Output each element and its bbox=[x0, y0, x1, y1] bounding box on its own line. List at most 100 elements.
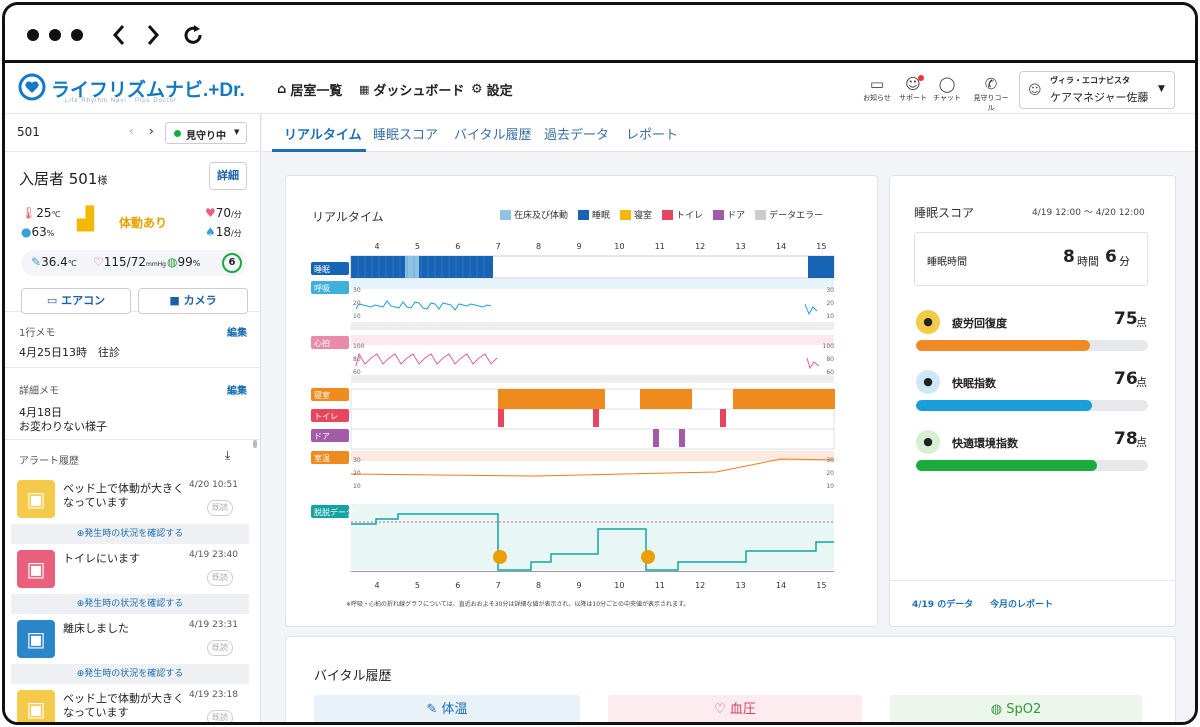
detach-marker bbox=[641, 550, 655, 564]
vital-chip-bp[interactable]: ♡ 血圧 bbox=[608, 695, 862, 722]
download-icon[interactable]: ⤓ bbox=[225, 448, 230, 463]
reload-icon[interactable] bbox=[181, 23, 205, 47]
resp-tick-right: 10 bbox=[826, 313, 834, 320]
day-data-link[interactable]: 4/19 のデータ bbox=[912, 597, 973, 610]
window-dot[interactable] bbox=[71, 29, 83, 41]
forward-icon[interactable] bbox=[145, 23, 161, 47]
bedroom-bar bbox=[733, 389, 835, 409]
window-dot[interactable] bbox=[27, 29, 39, 41]
realtime-card: リアルタイム 在床及び体動 睡眠 寝室 トイレ ドア データエラー 44556677889… bbox=[285, 175, 878, 627]
nav-room-list[interactable]: ⌂ 居室一覧 bbox=[277, 80, 342, 99]
vital-chip-temp[interactable]: ✎ 体温 bbox=[314, 695, 580, 722]
memo-detail: 詳細メモ 編集 4月18日 お変わりない様子 bbox=[5, 368, 261, 440]
hour-tick-top: 12 bbox=[695, 242, 705, 251]
toilet-bar bbox=[593, 409, 599, 427]
tab-vital-history[interactable]: バイタル履歴 bbox=[454, 124, 531, 143]
resp-tick-right: 20 bbox=[826, 300, 834, 307]
nav-dashboard[interactable]: ▦ ダッシュボード bbox=[359, 80, 464, 99]
nav-settings[interactable]: ⚙ 設定 bbox=[471, 80, 513, 99]
resp-header bbox=[351, 279, 834, 289]
sleep-duration-box: 睡眠時間 8 時間 6 分 bbox=[914, 232, 1148, 286]
event-row-bg bbox=[350, 408, 835, 430]
hour-tick-bottom: 8 bbox=[536, 581, 541, 590]
bedroom-bar bbox=[498, 389, 605, 409]
chat-button[interactable]: ◯ チャット bbox=[927, 75, 967, 103]
alert-item[interactable]: ▣ ベッド上で体動が大きくなっています 4/19 23:18 既読 ⊕発生時の状… bbox=[11, 684, 249, 722]
detail-button[interactable]: 詳細 bbox=[209, 162, 247, 190]
tab-report[interactable]: レポート bbox=[626, 124, 678, 143]
user-menu[interactable]: ☺ ヴィラ・エコナビスタ ケアマネジャー佐藤 ▼ bbox=[1019, 71, 1175, 109]
hour-tick-top: 9 bbox=[576, 242, 581, 251]
aircon-button[interactable]: ▭ エアコン bbox=[21, 288, 131, 314]
alert-item[interactable]: ▣ トイレにいます 4/19 23:40 既読 ⊕発生時の状況を確認する bbox=[11, 544, 249, 614]
spo2-icon: ◍ bbox=[167, 255, 178, 269]
confirm-situation-link[interactable]: ⊕発生時の状況を確認する bbox=[11, 594, 249, 614]
back-icon[interactable] bbox=[111, 23, 127, 47]
hour-tick-bottom: 7 bbox=[496, 581, 501, 590]
bed-icon: ▣ bbox=[17, 480, 55, 518]
call-button[interactable]: ✆ 見守りコール bbox=[971, 75, 1011, 113]
vital-chip-spo2[interactable]: ◍ SpO2 bbox=[890, 695, 1142, 722]
sleep-bar bbox=[808, 256, 834, 278]
vital-chip-temp-label: 体温 bbox=[441, 702, 468, 717]
divider bbox=[890, 580, 1177, 581]
read-badge[interactable]: 既読 bbox=[207, 710, 233, 722]
temp-header bbox=[351, 451, 834, 461]
confirm-situation-link[interactable]: ⊕発生時の状況を確認する bbox=[11, 524, 249, 544]
read-badge[interactable]: 既読 bbox=[207, 570, 233, 586]
sleep-score-range: 4/19 12:00 〜 4/20 12:00 bbox=[1032, 208, 1145, 218]
temp-tick: 20 bbox=[353, 470, 361, 477]
thermometer-icon: ✎ bbox=[31, 255, 42, 269]
alert-time: 4/19 23:40 bbox=[189, 550, 239, 560]
read-badge[interactable]: 既読 bbox=[207, 500, 233, 516]
hr-tick: 60 bbox=[353, 369, 361, 376]
next-room-icon[interactable]: › bbox=[149, 124, 154, 138]
monthly-report-link[interactable]: 今月のレポート bbox=[990, 597, 1053, 610]
temp-tick-right: 20 bbox=[826, 470, 834, 477]
row-label: 寝室 bbox=[314, 390, 330, 400]
score-bar bbox=[916, 400, 1148, 411]
vital-chip-spo2-label: SpO2 bbox=[1006, 702, 1042, 717]
resp-rate: ♠18/分 bbox=[205, 225, 242, 239]
event-row-bg bbox=[350, 428, 835, 450]
prev-room-icon[interactable]: ‹ bbox=[129, 124, 134, 138]
status-dropdown[interactable]: 見守り中 ▼ bbox=[165, 122, 247, 144]
temp-line bbox=[350, 458, 835, 477]
room-number: 501 bbox=[17, 125, 40, 139]
resident-suffix: 様 bbox=[97, 176, 108, 187]
status-label: 見守り中 bbox=[186, 131, 226, 142]
scrollbar[interactable] bbox=[253, 440, 257, 448]
body-temp: ✎36.4℃ bbox=[31, 255, 77, 269]
sleep-hours: 8 bbox=[1063, 247, 1075, 267]
memo-oneline-edit[interactable]: 編集 bbox=[227, 324, 247, 339]
memo-oneline-title: 1行メモ bbox=[19, 328, 56, 339]
memo-detail-edit[interactable]: 編集 bbox=[227, 382, 247, 397]
gear-icon: ⚙ bbox=[471, 82, 483, 97]
vitals-strip: ✎36.4℃ ♡115/72mmHg ◍99% 6 bbox=[21, 250, 247, 276]
room-humidity-value: 63 bbox=[31, 225, 47, 239]
hour-tick-top: 6 bbox=[455, 242, 460, 251]
bp-value: 115/72 bbox=[103, 255, 146, 269]
alert-item[interactable]: ▣ ベッド上で体動が大きくなっています 4/20 10:51 既読 ⊕発生時の状… bbox=[11, 474, 249, 544]
tab-sleep-score[interactable]: 睡眠スコア bbox=[373, 124, 438, 143]
window-dot[interactable] bbox=[49, 29, 61, 41]
tab-past-data[interactable]: 過去データ bbox=[544, 124, 609, 143]
score-unit: 点 bbox=[1136, 376, 1147, 389]
notice-button[interactable]: ▭ お知らせ bbox=[857, 75, 897, 103]
camera-button[interactable]: ■ カメラ bbox=[138, 288, 248, 314]
score-unit: 点 bbox=[1136, 436, 1147, 449]
tab-realtime[interactable]: リアルタイム bbox=[284, 124, 362, 143]
confirm-situation-link[interactable]: ⊕発生時の状況を確認する bbox=[11, 664, 249, 684]
alert-item[interactable]: ▣ 離床しました 4/19 23:31 既読 ⊕発生時の状況を確認する bbox=[11, 614, 249, 684]
browser-toolbar bbox=[5, 5, 1195, 63]
read-badge[interactable]: 既読 bbox=[207, 640, 233, 656]
bp-icon: ♡ bbox=[93, 255, 104, 269]
resp-tick: 20 bbox=[353, 300, 361, 307]
heart-rate: ♥70/分 bbox=[205, 206, 242, 220]
resp-line bbox=[804, 303, 818, 316]
memo-detail-title: 詳細メモ bbox=[19, 386, 59, 397]
score-label: 快適環境指数 bbox=[952, 437, 1018, 450]
door-bar bbox=[679, 429, 685, 447]
resident-panel: 入居者 501様 詳細 🌡︎25℃ ●63% ▟ 体動あり ♥70/分 ♠18/… bbox=[5, 152, 261, 314]
aircon-icon: ▭ bbox=[46, 294, 58, 307]
